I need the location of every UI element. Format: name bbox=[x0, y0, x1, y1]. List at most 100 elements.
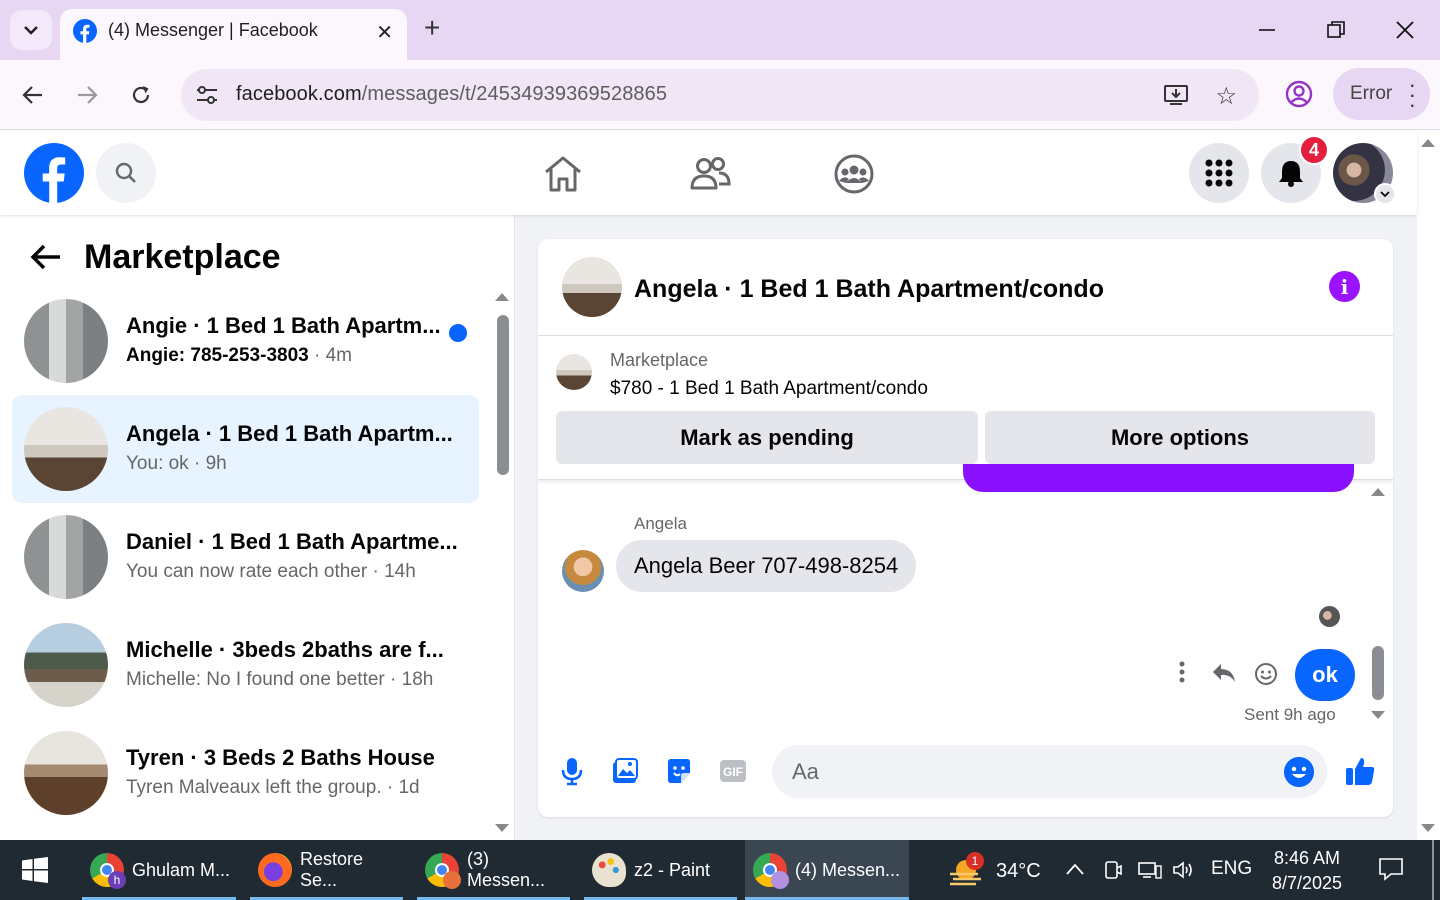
photo-gallery-icon[interactable] bbox=[610, 756, 640, 786]
preview-time: · 18h bbox=[390, 669, 434, 690]
conversation-item-angie[interactable]: Angie · 1 Bed 1 Bath Apartm... Angie: 78… bbox=[12, 287, 479, 395]
search-icon bbox=[115, 162, 136, 183]
conversation-thumbnail bbox=[24, 407, 108, 491]
language-indicator[interactable]: ENG bbox=[1211, 858, 1252, 880]
show-desktop-divider[interactable] bbox=[1432, 840, 1434, 900]
friends-icon[interactable] bbox=[689, 153, 731, 195]
meet-now-icon[interactable] bbox=[1103, 860, 1123, 880]
back-button[interactable] bbox=[16, 78, 50, 112]
windows-start-icon[interactable] bbox=[22, 857, 48, 883]
scroll-up-arrow[interactable] bbox=[1421, 139, 1435, 147]
chat-scrollbar-thumb[interactable] bbox=[1372, 646, 1384, 700]
browser-toolbar: facebook.com/messages/t/2453493936952886… bbox=[0, 60, 1440, 130]
listing-title[interactable]: $780 - 1 Bed 1 Bath Apartment/condo bbox=[610, 378, 928, 400]
taskbar-item-chrome-2[interactable]: (3) Messen... bbox=[417, 840, 570, 900]
conversation-item-angela[interactable]: Angela · 1 Bed 1 Bath Apartm... You: ok … bbox=[12, 395, 479, 503]
clock-date: 8/7/2025 bbox=[1271, 873, 1343, 893]
preview-time: · 14h bbox=[372, 561, 416, 582]
message-input[interactable] bbox=[790, 745, 1270, 798]
conversation-item-daniel[interactable]: Daniel · 1 Bed 1 Bath Apartme... You can… bbox=[12, 503, 479, 611]
emoji-picker-icon[interactable] bbox=[1284, 757, 1314, 787]
bookmark-star-icon[interactable]: ☆ bbox=[1215, 82, 1237, 111]
info-icon[interactable]: i bbox=[1329, 271, 1360, 302]
chrome-profile-icon[interactable] bbox=[1284, 79, 1314, 109]
clock-time: 8:46 AM bbox=[1273, 848, 1341, 868]
listing-thumbnail[interactable] bbox=[556, 354, 592, 390]
address-bar[interactable]: facebook.com/messages/t/2453493936952886… bbox=[181, 69, 1259, 121]
chevron-up-icon[interactable] bbox=[1065, 862, 1085, 876]
sender-avatar[interactable] bbox=[562, 550, 604, 592]
preview-text: You: ok bbox=[126, 453, 189, 474]
taskbar-item-firefox[interactable]: Restore Se... bbox=[250, 840, 403, 900]
sticker-icon[interactable] bbox=[664, 756, 694, 786]
preview-text: You can now rate each other bbox=[126, 561, 368, 582]
preview-text: Angie: 785-253-3803 bbox=[126, 345, 309, 366]
taskbar-item-chrome-3-active[interactable]: (4) Messen... bbox=[745, 840, 909, 900]
forward-button[interactable] bbox=[70, 78, 104, 112]
incoming-message-bubble[interactable]: Angela Beer 707-498-8254 bbox=[616, 540, 917, 592]
search-button[interactable] bbox=[96, 143, 156, 203]
chat-scroll-up[interactable] bbox=[1371, 488, 1385, 496]
mark-as-pending-button[interactable]: Mark as pending bbox=[556, 411, 978, 464]
chat-listing-thumbnail[interactable] bbox=[562, 257, 622, 317]
conversation-preview: Angie: 785-253-3803 · 4m bbox=[126, 345, 352, 367]
back-arrow-icon[interactable] bbox=[30, 243, 62, 271]
react-emoji-icon[interactable] bbox=[1254, 662, 1278, 686]
url-text[interactable]: facebook.com/messages/t/2453493936952886… bbox=[236, 83, 667, 106]
more-options-button[interactable]: More options bbox=[985, 411, 1375, 464]
volume-icon[interactable] bbox=[1172, 860, 1196, 880]
windows-taskbar: h Ghulam M... Restore Se... (3) Messen..… bbox=[0, 840, 1440, 900]
preview-time: · 1d bbox=[386, 777, 420, 798]
gif-icon[interactable]: GIF bbox=[718, 756, 748, 786]
taskbar-item-paint[interactable]: z2 - Paint bbox=[584, 840, 737, 900]
conversation-item-michelle[interactable]: Michelle · 3beds 2baths are f... Michell… bbox=[12, 611, 479, 719]
system-clock[interactable]: 8:46 AM 8/7/2025 bbox=[1262, 846, 1352, 896]
thumbs-up-icon[interactable] bbox=[1344, 755, 1376, 787]
action-center-icon[interactable] bbox=[1378, 857, 1404, 881]
outgoing-message-bubble[interactable]: ok bbox=[1295, 649, 1355, 701]
firefox-icon bbox=[258, 853, 292, 887]
chat-header: Angela · 1 Bed 1 Bath Apartment/condo i bbox=[538, 239, 1393, 336]
sidebar-scroll-up[interactable] bbox=[495, 293, 509, 301]
chrome-icon bbox=[425, 853, 461, 889]
new-tab-icon[interactable]: + bbox=[424, 14, 440, 42]
listing-card: Marketplace $780 - 1 Bed 1 Bath Apartmen… bbox=[538, 336, 1393, 480]
restore-window-icon[interactable] bbox=[1327, 21, 1345, 39]
facebook-logo-icon[interactable] bbox=[24, 143, 84, 203]
sidebar-scrollbar-thumb[interactable] bbox=[497, 315, 509, 475]
account-menu-chevron[interactable] bbox=[1374, 183, 1396, 205]
sidebar-scroll-down[interactable] bbox=[495, 824, 509, 832]
taskbar-item-chrome-1[interactable]: h Ghulam M... bbox=[82, 840, 236, 900]
menu-button[interactable] bbox=[1189, 143, 1249, 203]
network-icon[interactable] bbox=[1138, 860, 1162, 880]
conversation-thumbnail bbox=[24, 623, 108, 707]
browser-tab-messenger[interactable]: (4) Messenger | Facebook ✕ bbox=[60, 9, 407, 60]
home-icon[interactable] bbox=[542, 153, 584, 195]
conversation-preview: Michelle: No I found one better · 18h bbox=[126, 669, 433, 691]
conversation-item-tyren[interactable]: Tyren · 3 Beds 2 Baths House Tyren Malve… bbox=[12, 719, 479, 827]
more-actions-icon[interactable] bbox=[1178, 660, 1186, 684]
chat-scroll-down[interactable] bbox=[1371, 711, 1385, 719]
profile-error-chip[interactable]: Error · · · bbox=[1333, 68, 1430, 120]
close-tab-icon[interactable]: ✕ bbox=[376, 20, 393, 45]
reply-icon[interactable] bbox=[1211, 662, 1237, 684]
bell-icon bbox=[1279, 161, 1303, 187]
weather-widget[interactable]: 1 bbox=[948, 852, 986, 893]
conversation-preview: You: ok · 9h bbox=[126, 453, 227, 475]
reload-button[interactable] bbox=[124, 78, 158, 112]
chat-title[interactable]: Angela · 1 Bed 1 Bath Apartment/condo bbox=[634, 275, 1104, 304]
conversation-sidebar: Marketplace Angie · 1 Bed 1 Bath Apartm.… bbox=[0, 215, 515, 840]
preview-time: · 9h bbox=[193, 453, 227, 474]
minimize-icon[interactable] bbox=[1258, 22, 1276, 38]
browser-tab-bar: (4) Messenger | Facebook ✕ + bbox=[0, 0, 1440, 60]
weather-badge: 1 bbox=[966, 852, 984, 870]
scroll-down-arrow[interactable] bbox=[1421, 824, 1435, 832]
install-app-icon[interactable] bbox=[1163, 83, 1189, 107]
site-info-icon[interactable] bbox=[195, 84, 219, 106]
page-scrollbar[interactable] bbox=[1417, 131, 1440, 840]
groups-icon[interactable] bbox=[833, 153, 875, 195]
tab-search-button[interactable] bbox=[10, 10, 52, 50]
kebab-menu-icon[interactable]: · · · bbox=[1409, 74, 1416, 116]
close-window-icon[interactable] bbox=[1396, 21, 1414, 39]
microphone-icon[interactable] bbox=[557, 756, 587, 786]
